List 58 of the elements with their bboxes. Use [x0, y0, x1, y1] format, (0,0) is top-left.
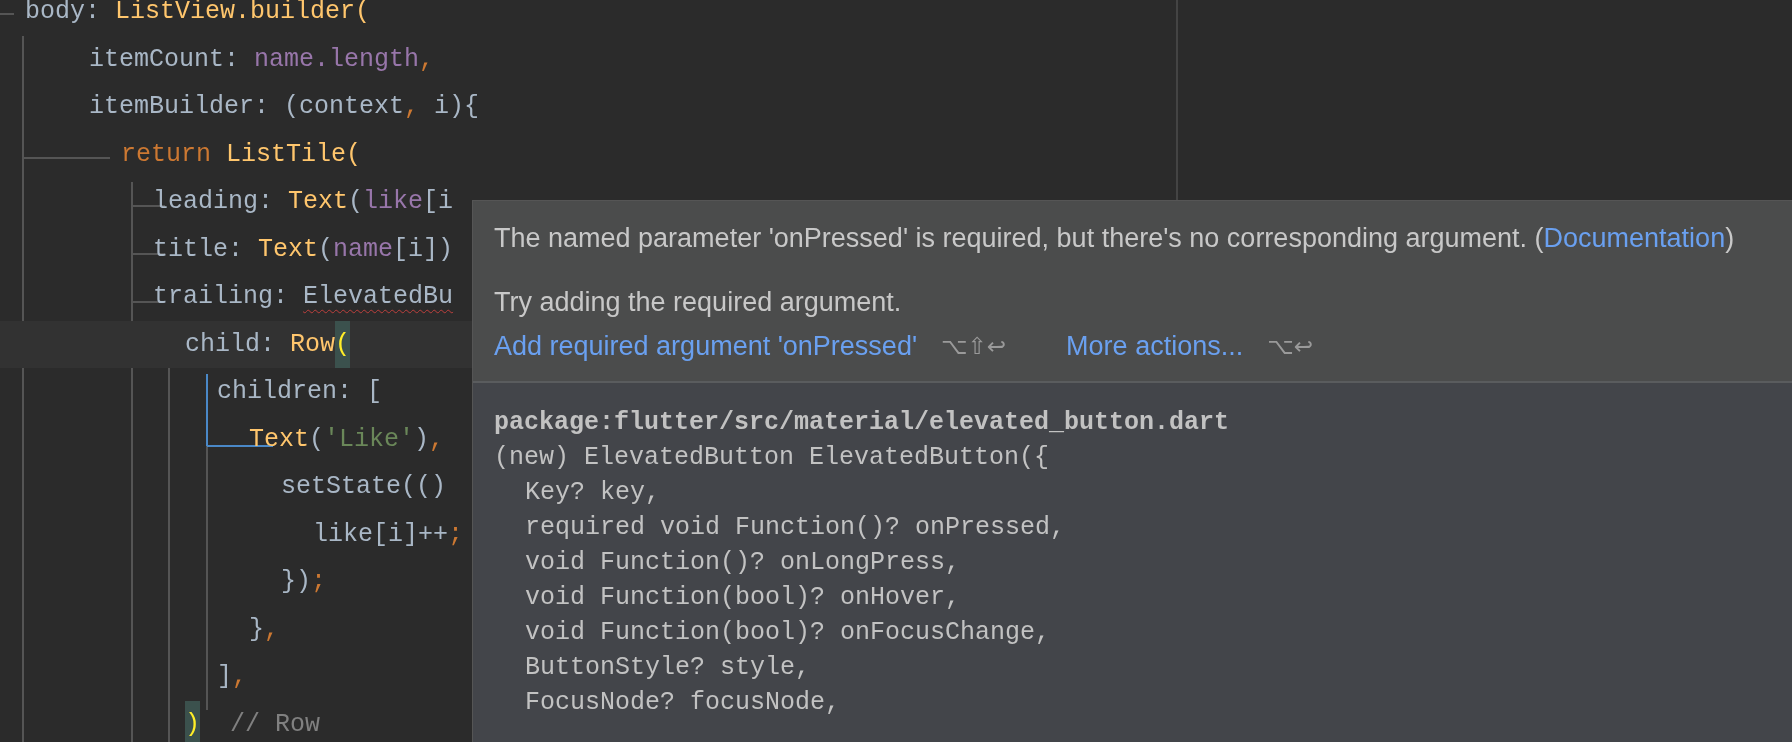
matched-bracket: ): [185, 700, 200, 742]
error-message: The named parameter 'onPressed' is required, but there's no corresponding argument. (Documentation): [494, 222, 1736, 255]
doc-package: package:flutter/src/material/elevated_button.dart: [494, 407, 1231, 439]
punctuation: ,: [232, 661, 248, 693]
error-text: ElevatedBu: [303, 281, 454, 313]
action-link[interactable]: More actions...: [1066, 329, 1244, 363]
punctuation: ,: [419, 43, 435, 76]
class-name: Text: [258, 233, 319, 266]
punctuation: ;: [448, 518, 464, 551]
shortcut-hint: ⌥⇧↩: [941, 332, 1007, 361]
punctuation: ,: [404, 91, 420, 123]
keyword: return: [121, 138, 212, 171]
code-text: (: [348, 186, 364, 218]
class-name: Text: [288, 186, 349, 218]
code-text: }: [249, 613, 264, 646]
doc-parameter: ButtonStyle? style,: [524, 652, 812, 684]
code-text: itemCount:: [89, 43, 241, 76]
string-literal: 'Like': [324, 423, 415, 456]
class-name: Row: [290, 328, 336, 361]
doc-parameter: Key? key,: [524, 477, 662, 509]
shortcut-hint: ⌥↩: [1267, 332, 1313, 361]
documentation-link[interactable]: Documentation: [1543, 223, 1726, 253]
code-text: (: [318, 233, 334, 266]
code-comment: // Row: [229, 708, 321, 741]
code-text: itemBuilder: (context: [89, 91, 405, 123]
code-text: body:: [25, 0, 101, 28]
code-text: i){: [433, 91, 480, 123]
doc-parameter: FocusNode? focusNode,: [524, 687, 842, 719]
code-text: ]: [217, 661, 232, 693]
code-text: ): [414, 423, 430, 456]
code-text: like[i]++: [313, 518, 449, 551]
field-name: name: [333, 233, 394, 266]
class-name: ListView.builder(: [115, 0, 371, 28]
class-name: ListTile(: [226, 138, 362, 171]
doc-parameter: void Function(bool)? onFocusChange,: [524, 617, 1052, 649]
code-text: [i]): [393, 233, 454, 266]
code-text: title:: [153, 233, 244, 266]
doc-parameter: void Function(bool)? onHover,: [524, 582, 962, 614]
code-text: setState((): [281, 471, 447, 503]
punctuation: ,: [264, 613, 280, 646]
doc-signature: (new) ElevatedButton ElevatedButton({: [494, 442, 1051, 474]
hint-text: Try adding the required argument.: [494, 286, 903, 319]
doc-parameter: required void Function()? onPressed,: [524, 512, 1067, 544]
doc-parameter: void Function()? onLongPress,: [524, 547, 962, 579]
code-text: trailing:: [153, 281, 290, 313]
action-link[interactable]: Add required argument 'onPressed': [494, 329, 918, 363]
punctuation: ;: [311, 566, 327, 598]
field-name: name.length: [254, 43, 420, 76]
class-name: Text: [249, 423, 309, 456]
code-text: children: [: [217, 376, 383, 408]
matched-bracket: (: [335, 320, 351, 368]
code-text: (: [309, 423, 325, 456]
field-name: like: [363, 186, 424, 218]
code-text: child:: [185, 328, 276, 361]
code-text: [i: [423, 186, 454, 218]
code-text: leading:: [153, 186, 275, 218]
code-text: }): [281, 566, 311, 598]
punctuation: ,: [429, 423, 445, 456]
